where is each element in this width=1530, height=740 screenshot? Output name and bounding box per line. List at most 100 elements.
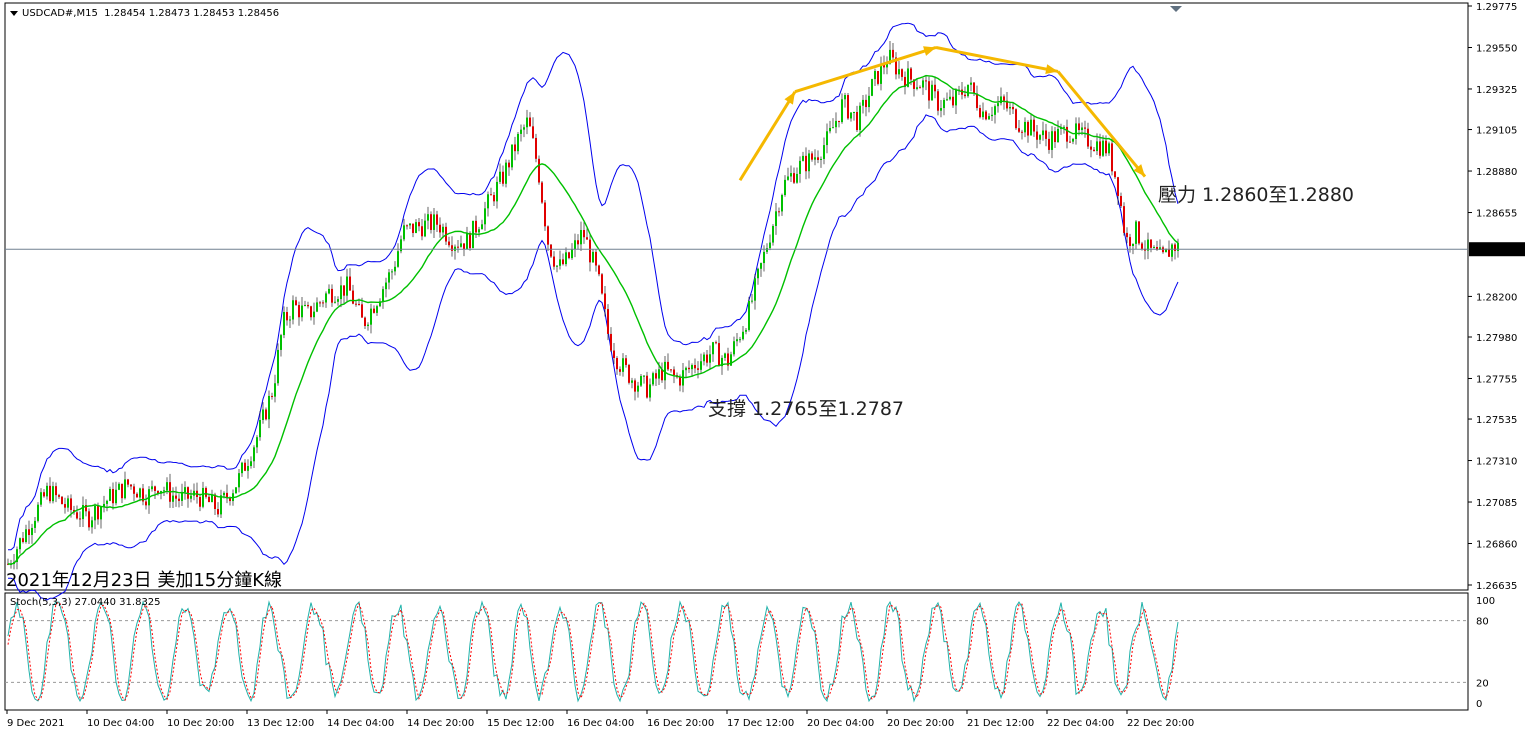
candle-body <box>862 99 864 106</box>
candle-body <box>703 354 705 362</box>
candle-body <box>967 84 969 97</box>
candle-body <box>1051 131 1053 150</box>
candle-body <box>532 126 534 138</box>
candle-body <box>1012 106 1014 110</box>
candle-body <box>238 473 240 488</box>
candle-body <box>985 111 987 120</box>
candle-body <box>928 81 930 101</box>
candle-body <box>562 259 564 265</box>
candle-body <box>1057 128 1059 143</box>
time-tick-label: 21 Dec 12:00 <box>967 718 1034 729</box>
candle-body <box>547 226 549 245</box>
candle-body <box>121 483 123 499</box>
price-tick-label: 1.27755 <box>1476 374 1517 385</box>
candle-body <box>955 90 957 106</box>
candle-body <box>679 377 681 386</box>
candle-body <box>1087 128 1089 147</box>
time-tick-label: 9 Dec 2021 <box>7 718 65 729</box>
candle-body <box>286 312 288 321</box>
candle-body <box>1108 143 1110 154</box>
candle-body <box>859 105 861 131</box>
candle-body <box>775 211 777 226</box>
candle-body <box>994 106 996 115</box>
candle-body <box>88 511 90 528</box>
candle-body <box>373 308 375 313</box>
candle-body <box>655 373 657 379</box>
chart-title[interactable]: USDCAD#,M15 1.28454 1.28473 1.28453 1.28… <box>10 8 279 19</box>
candle-body <box>319 302 321 304</box>
price-tick-label: 1.28880 <box>1476 167 1517 178</box>
candle-body <box>670 369 672 371</box>
candle-body <box>718 343 720 367</box>
candle-body <box>190 495 192 499</box>
candle-body <box>259 420 261 438</box>
candle-body <box>877 71 879 84</box>
price-axis: 1.29775 1.29550 1.29325 1.29105 1.28880 1.286… <box>1468 2 1525 592</box>
stoch-tick-label: 100 <box>1476 596 1495 607</box>
candle-body <box>535 137 537 159</box>
candle-body <box>325 293 327 303</box>
candle-body <box>97 505 99 520</box>
candle-body <box>1114 171 1116 178</box>
candle-body <box>841 99 843 123</box>
candle-body <box>478 229 480 233</box>
candle-body <box>868 95 870 108</box>
candle-body <box>625 358 627 365</box>
time-tick-label: 22 Dec 04:00 <box>1047 718 1114 729</box>
candle-body <box>874 71 876 80</box>
candle-body <box>538 158 540 183</box>
candle-body <box>943 99 945 109</box>
candle-body <box>376 306 378 313</box>
candle-body <box>565 252 567 265</box>
candle-body <box>436 214 438 225</box>
candle-body <box>337 299 339 302</box>
candle-body <box>1072 138 1074 142</box>
candle-body <box>571 249 573 259</box>
candle-body <box>1081 127 1083 131</box>
candle-body <box>997 103 999 107</box>
candle-body <box>1171 244 1173 257</box>
candle-body <box>322 302 324 304</box>
candle-body <box>742 331 744 340</box>
candle-body <box>796 173 798 183</box>
candle-body <box>118 483 120 490</box>
stoch-tick-label: 80 <box>1476 617 1489 628</box>
candle-body <box>43 492 45 497</box>
candle-body <box>1033 119 1035 132</box>
candle-body <box>460 243 462 247</box>
candle-body <box>424 220 426 237</box>
chart-caption: 2021年12月23日 美加15分鐘K線 <box>6 570 283 591</box>
candle-body <box>817 157 819 160</box>
candle-body <box>1126 232 1128 238</box>
candle-body <box>64 504 66 508</box>
candle-body <box>115 489 117 504</box>
time-axis: 9 Dec 2021 10 Dec 04:00 10 Dec 20:00 13 Dec… <box>6 710 1194 729</box>
candle-body <box>1024 121 1026 133</box>
candle-body <box>1129 237 1131 247</box>
candle-body <box>940 108 942 111</box>
candle-body <box>643 375 645 377</box>
candle-body <box>835 120 837 128</box>
candle-body <box>781 195 783 212</box>
chart-canvas[interactable]: 1.29775 1.29550 1.29325 1.29105 1.28880 1.286… <box>0 0 1530 740</box>
stochastic-axis: 100 80 20 0 <box>1476 596 1495 710</box>
candle-body <box>235 487 237 494</box>
candle-body <box>691 365 693 370</box>
candle-body <box>937 91 939 111</box>
candle-body <box>1030 119 1032 136</box>
stoch-tick-label: 0 <box>1476 699 1482 710</box>
candle-body <box>352 290 354 304</box>
candle-body <box>388 272 390 283</box>
candle-body <box>829 127 831 132</box>
candle-body <box>544 202 546 227</box>
dropdown-arrow-icon[interactable] <box>10 10 18 16</box>
candle-body <box>550 244 552 257</box>
candle-body <box>415 222 417 233</box>
candle-body <box>391 271 393 273</box>
candle-body <box>34 520 36 528</box>
candle-body <box>412 223 414 233</box>
candle-body <box>805 155 807 172</box>
candle-body <box>694 365 696 369</box>
candle-body <box>94 505 96 521</box>
candle-body <box>541 182 543 203</box>
